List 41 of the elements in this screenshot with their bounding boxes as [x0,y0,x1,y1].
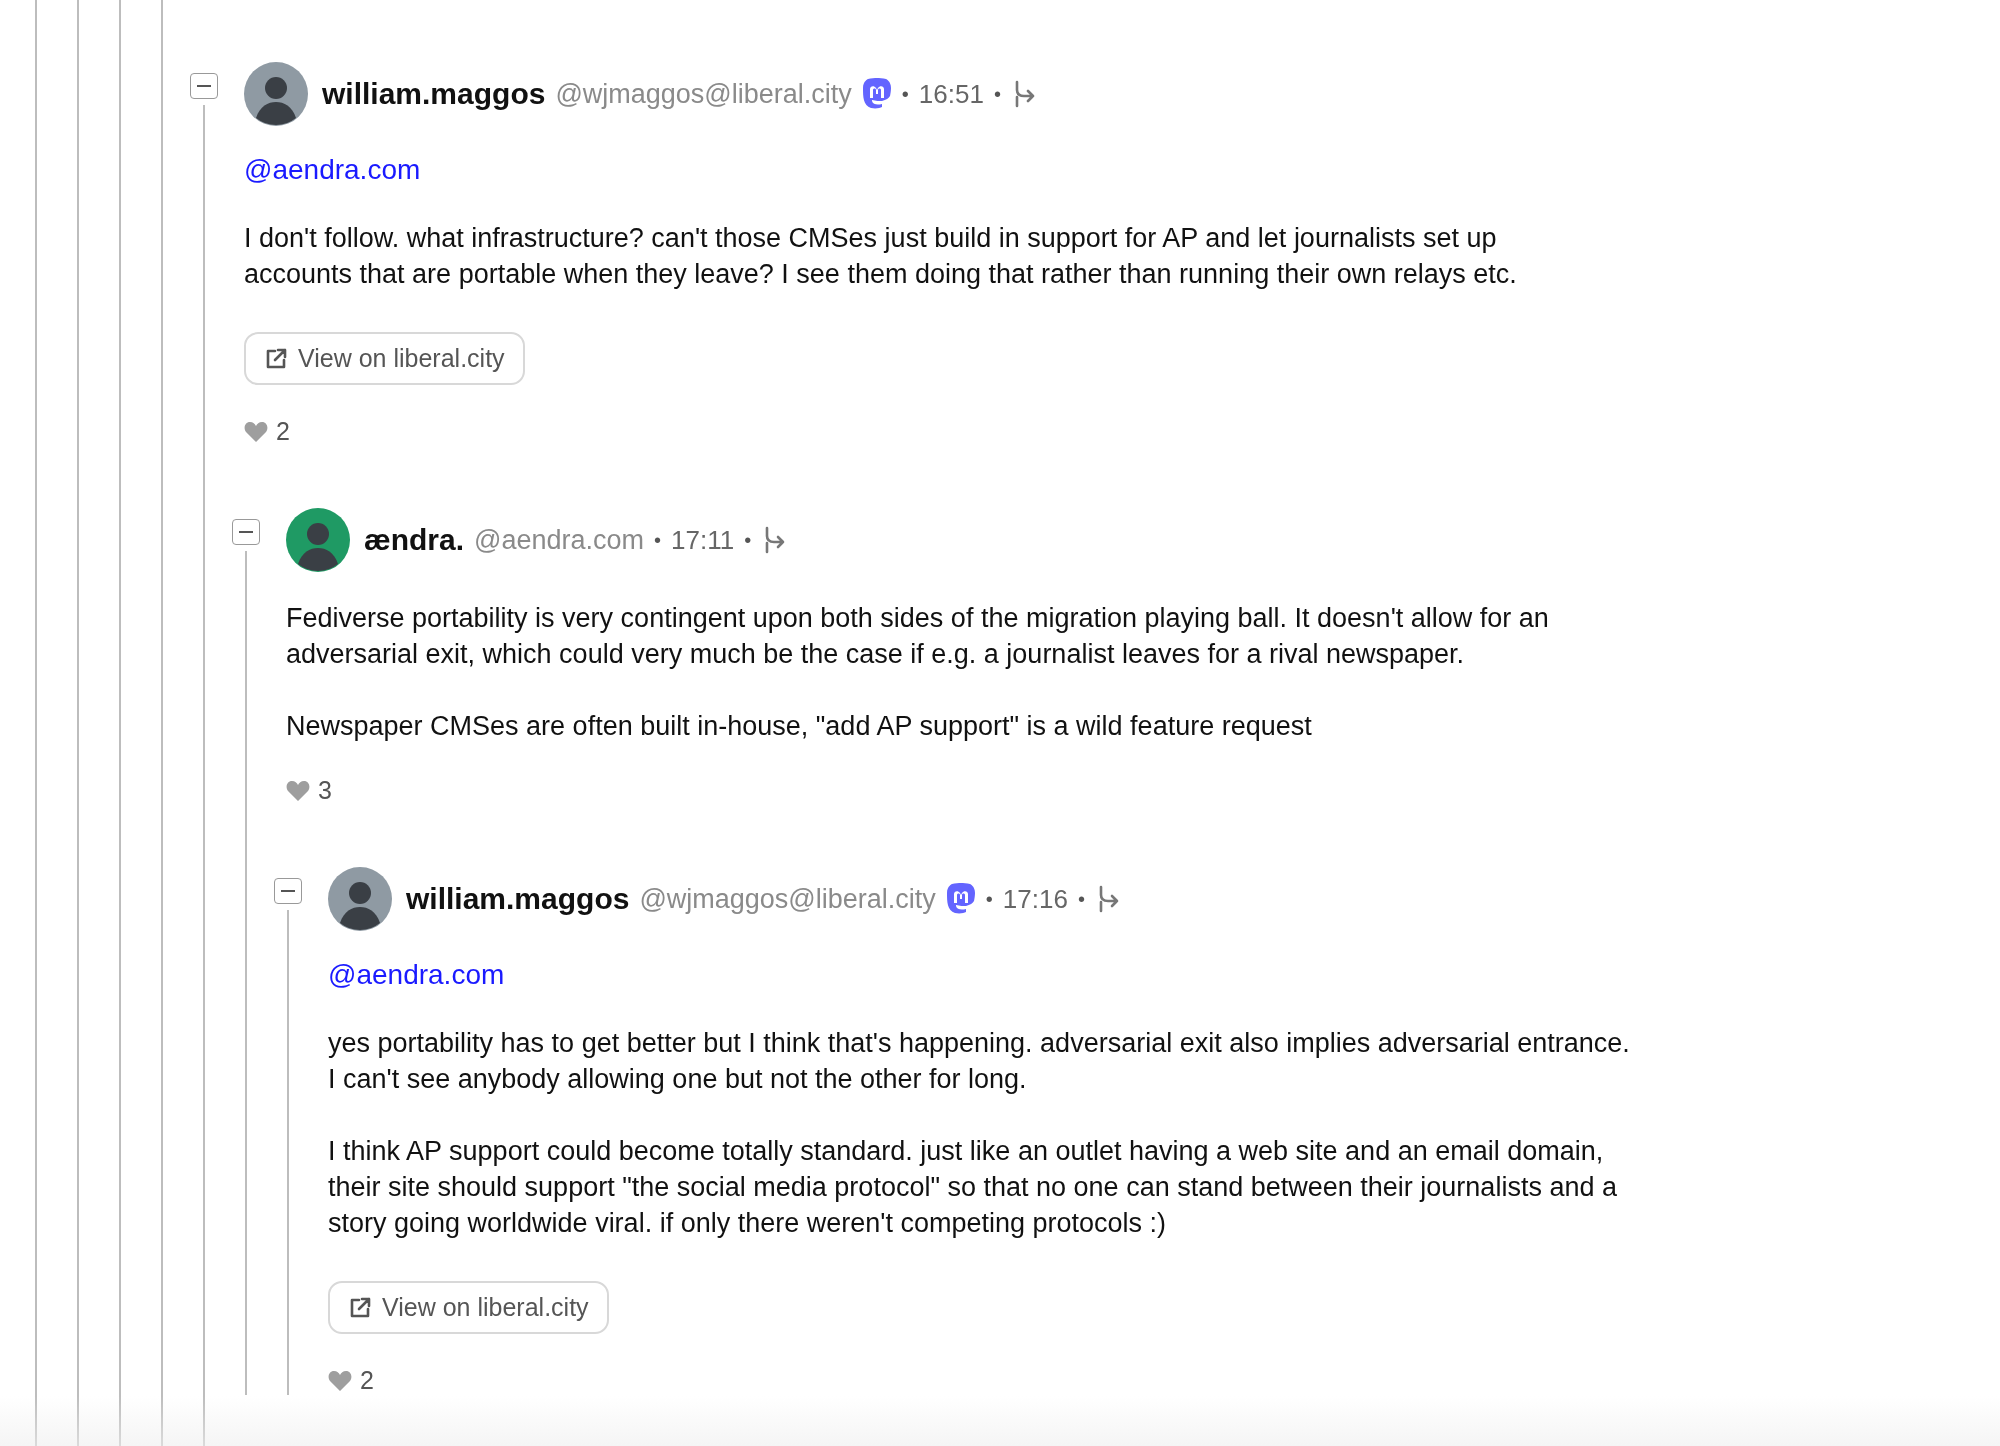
external-link-icon [264,346,288,371]
collapse-button[interactable] [232,519,260,545]
collapse-button[interactable] [190,73,218,99]
avatar[interactable] [328,867,392,931]
minus-icon [197,85,211,87]
author-name[interactable]: william.maggos [322,77,546,111]
separator-dot: • [744,528,752,552]
separator-dot: • [985,887,993,911]
avatar[interactable] [286,508,350,572]
collapse-button[interactable] [274,878,302,904]
separator-dot: • [654,528,662,552]
avatar[interactable] [244,62,308,126]
minus-icon [281,890,295,892]
external-link-icon [348,1295,372,1320]
author-handle: @aendra.com [474,524,645,556]
author-name[interactable]: william.maggos [406,882,630,916]
post-text: Fediverse portability is very contingent upon both sides of the migration playing ball. It doesn't allow for an adversarial exit, which could very much be the case if e.g. a journalist leaves for a rival newspaper. [286,602,1550,671]
author-name[interactable]: ændra. [364,523,465,557]
view-original-button[interactable]: View on liberal.city [328,1281,609,1334]
separator-dot: • [1077,887,1085,911]
minus-icon [239,531,253,533]
author-handle: @wjmaggos@liberal.city [639,883,936,915]
post-time[interactable]: 17:11 [671,524,735,556]
post-time[interactable]: 17:16 [1002,883,1068,915]
post-text: yes portability has to get better but I think that's happening. adversarial exit also implies adversarial entrance. I can't see anybody allowing one but not the other for long. [328,1027,1631,1096]
mention-link[interactable]: @aendra.com [328,959,505,991]
post-text: I don't follow. what infrastructure? can't those CMSes just build in support for AP and let journalists set up accounts that are portable when they leave? I see them doing that rather than running their own relays etc. [244,222,1518,291]
post-text: I think AP support could become totally standard. just like an outlet having a web site and an email domain, their site should support "the social media protocol" so that no one can stand between their journalists and a story going worldwide viral. if only there weren't competing protocols :) [328,1135,1618,1240]
like-count: 3 [318,776,332,805]
author-handle: @wjmaggos@liberal.city [555,78,852,110]
heart-icon[interactable] [328,1369,352,1392]
separator-dot: • [901,82,909,106]
like-count: 2 [360,1366,374,1395]
mention-link[interactable]: @aendra.com [244,154,421,186]
post-time[interactable]: 16:51 [918,78,984,110]
post-text: Newspaper CMSes are often built in-house, "add AP support" is a wild feature request [286,710,1313,743]
separator-dot: • [993,82,1001,106]
view-original-button[interactable]: View on liberal.city [244,332,525,385]
like-count: 2 [276,417,290,446]
heart-icon[interactable] [244,420,268,443]
heart-icon[interactable] [286,779,310,802]
